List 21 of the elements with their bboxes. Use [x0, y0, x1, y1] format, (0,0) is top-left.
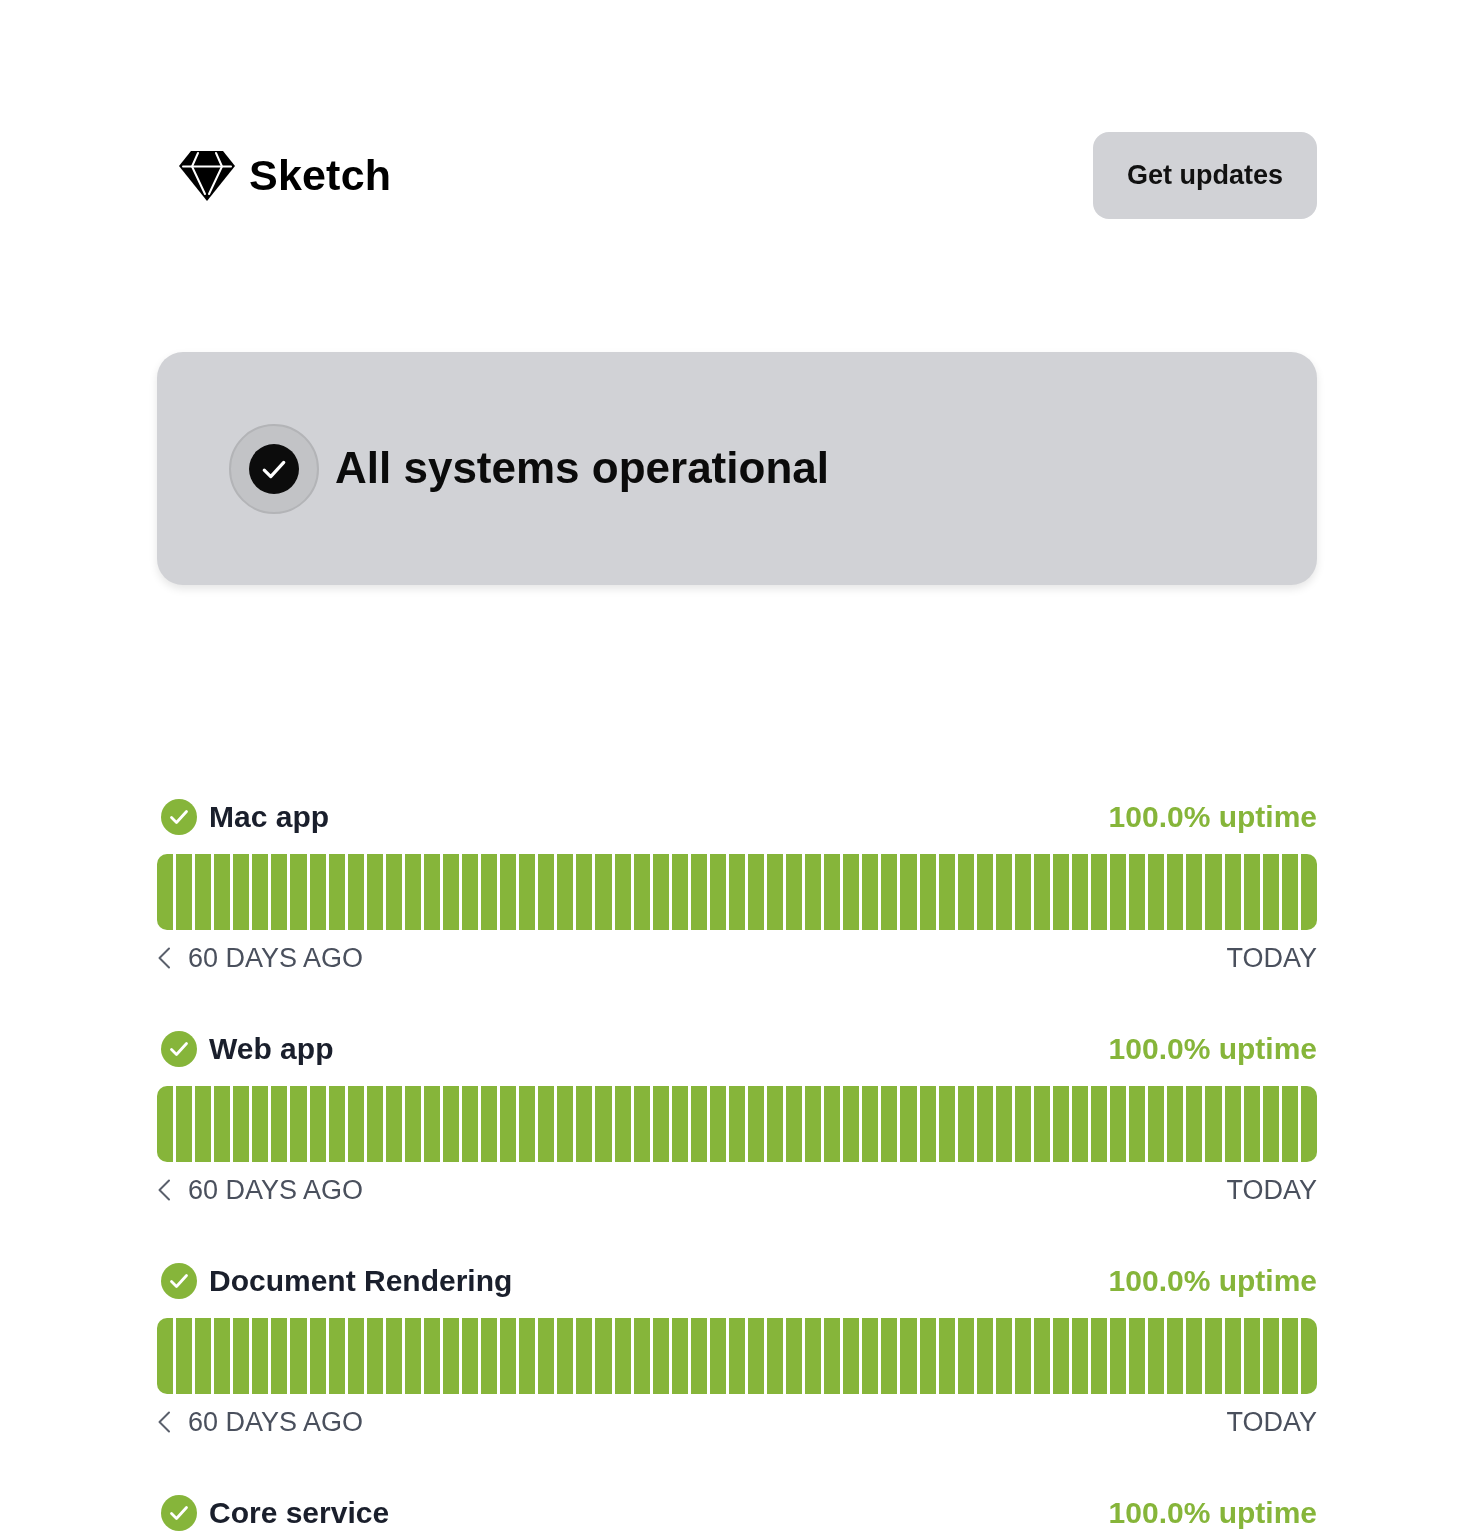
- range-end-label: TODAY: [1226, 942, 1317, 974]
- diamond-icon: [179, 150, 235, 201]
- chevron-left-icon: [157, 947, 171, 969]
- get-updates-button[interactable]: Get updates: [1093, 132, 1317, 219]
- uptime-text: 100.0% uptime: [1108, 1496, 1317, 1530]
- component-name: Web app: [209, 1032, 334, 1066]
- component-name: Core service: [209, 1496, 390, 1530]
- uptime-text: 100.0% uptime: [1108, 1264, 1317, 1298]
- uptime-text: 100.0% uptime: [1108, 1032, 1317, 1066]
- chevron-left-icon: [157, 1411, 171, 1433]
- range-start-label: 60 DAYS AGO: [188, 1174, 364, 1206]
- status-title: All systems operational: [335, 442, 829, 495]
- uptime-text: 100.0% uptime: [1108, 800, 1317, 834]
- range-end-label: TODAY: [1226, 1406, 1317, 1438]
- component-name: Document Rendering: [209, 1264, 513, 1298]
- range-start-label: 60 DAYS AGO: [188, 1406, 364, 1438]
- logo-link[interactable]: Sketch: [179, 150, 392, 201]
- component-name: Mac app: [209, 800, 330, 834]
- range-start-label: 60 DAYS AGO: [188, 942, 364, 974]
- range-end-label: TODAY: [1226, 1174, 1317, 1206]
- chevron-left-icon: [157, 1179, 171, 1201]
